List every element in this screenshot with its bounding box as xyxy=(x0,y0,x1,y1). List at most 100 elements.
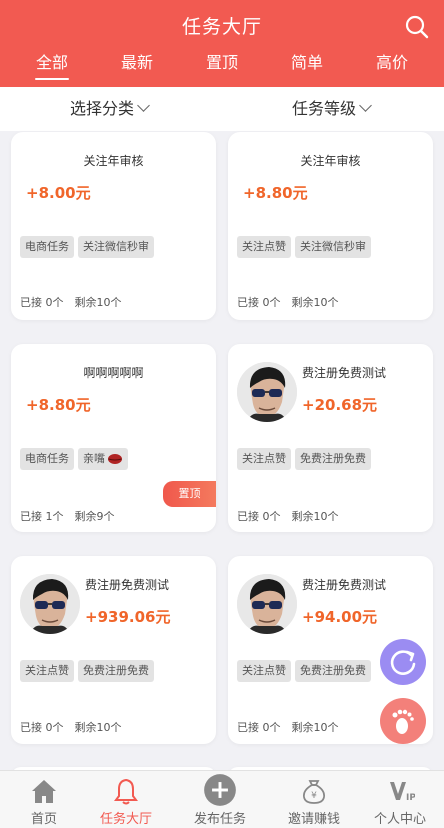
task-tag: 关注点赞 xyxy=(237,236,291,258)
refresh-button[interactable] xyxy=(380,639,426,685)
task-stats: 已接 0个 剩余10个 xyxy=(237,719,339,735)
active-tab-indicator xyxy=(35,78,69,80)
task-name: 关注年审核 xyxy=(300,154,361,168)
accepted-count: 已接 0个 xyxy=(237,510,281,523)
lips-icon xyxy=(108,454,122,464)
tab-label: 置顶 xyxy=(205,53,238,72)
task-stats: 已接 0个 剩余10个 xyxy=(20,294,122,310)
task-name: 关注年审核 xyxy=(83,154,144,168)
remaining-count: 剩余10个 xyxy=(74,721,122,734)
task-tag: 免费注册免费 xyxy=(78,660,154,682)
remaining-count: 剩余10个 xyxy=(291,296,339,309)
task-tags: 关注点赞 免费注册免费 xyxy=(237,448,371,470)
chevron-down-icon xyxy=(359,99,372,112)
task-tags: 关注点赞 免费注册免费 xyxy=(20,660,154,682)
task-tag: 免费注册免费 xyxy=(295,448,371,470)
task-tags: 电商任务 亲嘴 xyxy=(20,448,128,470)
task-tag: 关注点赞 xyxy=(237,660,291,682)
task-card[interactable]: 啊啊啊啊啊 +8.80元 电商任务 亲嘴 已接 1个 剩余9个 置顶 xyxy=(11,344,216,532)
chevron-down-icon xyxy=(137,99,150,112)
svg-text:IP: IP xyxy=(406,793,415,803)
task-card[interactable]: 费注册免费测试 +939.06元 关注点赞 免费注册免费 已接 0个 剩余10个 xyxy=(11,556,216,744)
level-filter[interactable]: 任务等级 xyxy=(292,87,372,131)
task-tags: 关注点赞 免费注册免费 xyxy=(237,660,371,682)
accepted-count: 已接 0个 xyxy=(237,296,281,309)
nav-publish-task[interactable]: 发布任务 xyxy=(176,771,264,828)
task-tags: 电商任务 关注微信秒审 xyxy=(20,236,154,258)
task-tag: 电商任务 xyxy=(20,448,74,470)
money-bag-icon: ¥ xyxy=(303,780,325,804)
accepted-count: 已接 1个 xyxy=(20,510,64,523)
nav-profile[interactable]: IP 个人中心 xyxy=(356,771,444,828)
nav-label: 邀请赚钱 xyxy=(287,812,340,827)
task-name: 啊啊啊啊啊 xyxy=(83,366,144,380)
tab-label: 全部 xyxy=(35,53,68,72)
task-tag: 关注微信秒审 xyxy=(295,236,371,258)
page-title: 任务大厅 xyxy=(181,16,262,38)
nav-home[interactable]: 首页 xyxy=(0,771,88,828)
level-filter-label: 任务等级 xyxy=(292,99,357,118)
tab-latest[interactable]: 最新 xyxy=(102,52,172,87)
avatar xyxy=(237,574,297,634)
task-stats: 已接 0个 剩余10个 xyxy=(237,508,339,524)
accepted-count: 已接 0个 xyxy=(237,721,281,734)
task-price: +20.68元 xyxy=(302,396,378,414)
nav-label: 任务大厅 xyxy=(99,812,152,827)
task-price: +8.80元 xyxy=(26,396,91,414)
task-name: 费注册免费测试 xyxy=(85,578,170,592)
accepted-count: 已接 0个 xyxy=(20,296,64,309)
remaining-count: 剩余10个 xyxy=(291,721,339,734)
tab-simple[interactable]: 简单 xyxy=(272,52,342,87)
task-price: +939.06元 xyxy=(85,608,171,626)
vip-icon: IP xyxy=(390,782,415,803)
task-tag: 免费注册免费 xyxy=(295,660,371,682)
task-tags: 关注点赞 关注微信秒审 xyxy=(237,236,371,258)
task-price: +8.80元 xyxy=(243,184,308,202)
avatar xyxy=(20,574,80,634)
task-stats: 已接 0个 剩余10个 xyxy=(237,294,339,310)
nav-label: 首页 xyxy=(30,812,57,827)
tab-label: 高价 xyxy=(375,53,408,72)
category-filter-label: 选择分类 xyxy=(70,99,135,118)
task-stats: 已接 1个 剩余9个 xyxy=(20,508,115,524)
task-tag-label: 亲嘴 xyxy=(83,452,105,465)
task-tag: 关注微信秒审 xyxy=(78,236,154,258)
task-price: +94.00元 xyxy=(302,608,378,626)
task-card[interactable]: 关注年审核 +8.00元 电商任务 关注微信秒审 已接 0个 剩余10个 xyxy=(11,132,216,320)
accepted-count: 已接 0个 xyxy=(20,721,64,734)
nav-task-hall[interactable]: 任务大厅 xyxy=(82,771,170,828)
bottom-nav: 首页 任务大厅 发布任务 ¥ 邀请赚钱 IP 个人中心 xyxy=(0,770,444,828)
filter-bar: 选择分类 任务等级 xyxy=(0,87,444,131)
task-tag: 关注点赞 xyxy=(20,660,74,682)
category-tabs: 全部 最新 置顶 简单 高价 xyxy=(0,52,444,87)
nav-invite-earn[interactable]: ¥ 邀请赚钱 xyxy=(270,771,358,828)
task-name: 费注册免费测试 xyxy=(302,578,387,592)
category-filter[interactable]: 选择分类 xyxy=(70,87,150,131)
nav-label: 发布任务 xyxy=(193,812,246,827)
refresh-icon xyxy=(390,650,416,675)
plus-icon xyxy=(204,774,236,806)
pinned-badge: 置顶 xyxy=(163,481,216,507)
tab-all[interactable]: 全部 xyxy=(17,52,87,87)
tab-pinned[interactable]: 置顶 xyxy=(187,52,257,87)
tab-label: 最新 xyxy=(120,53,153,72)
avatar xyxy=(237,362,297,422)
task-name: 费注册免费测试 xyxy=(302,366,387,380)
search-icon[interactable] xyxy=(404,14,430,40)
header-bar: 任务大厅 全部 最新 置顶 简单 高价 xyxy=(0,0,444,87)
bell-icon xyxy=(114,778,138,805)
footprint-icon xyxy=(392,709,414,734)
tab-high-price[interactable]: 高价 xyxy=(357,52,427,87)
task-card[interactable]: 关注年审核 +8.80元 关注点赞 关注微信秒审 已接 0个 剩余10个 xyxy=(228,132,433,320)
footprint-button[interactable] xyxy=(380,698,426,744)
remaining-count: 剩余10个 xyxy=(74,296,122,309)
home-icon xyxy=(32,780,56,803)
task-price: +8.00元 xyxy=(26,184,91,202)
task-stats: 已接 0个 剩余10个 xyxy=(20,719,122,735)
svg-text:¥: ¥ xyxy=(311,791,317,801)
task-tag: 电商任务 xyxy=(20,236,74,258)
task-card[interactable]: 费注册免费测试 +20.68元 关注点赞 免费注册免费 已接 0个 剩余10个 xyxy=(228,344,433,532)
remaining-count: 剩余10个 xyxy=(291,510,339,523)
nav-label: 个人中心 xyxy=(373,812,426,827)
remaining-count: 剩余9个 xyxy=(74,510,115,523)
